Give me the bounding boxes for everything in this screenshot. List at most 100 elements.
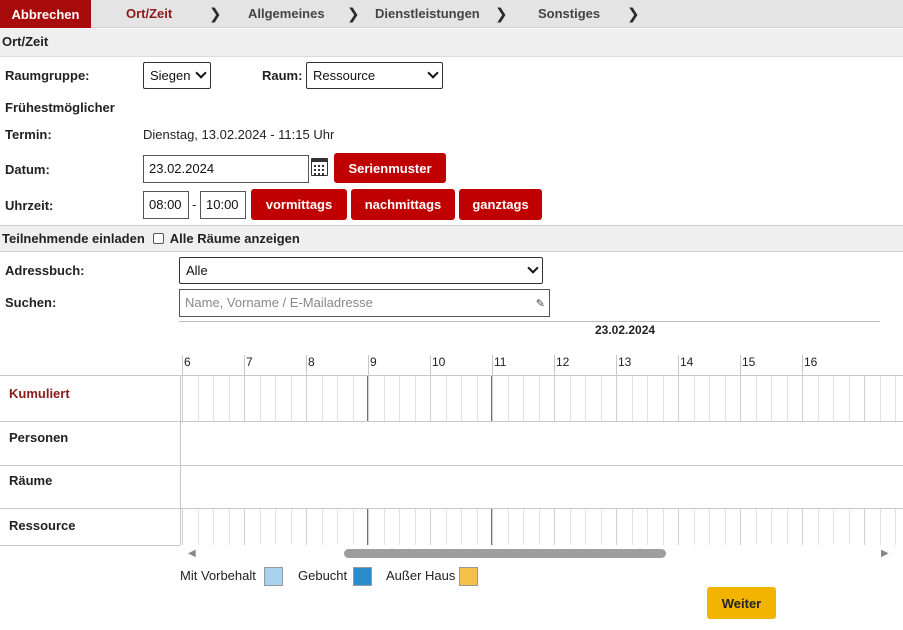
raumgruppe-select[interactable]: Siegen — [143, 62, 211, 89]
grid-line — [771, 509, 772, 545]
grid-line — [260, 509, 261, 545]
grid-line — [694, 509, 695, 545]
grid-line — [740, 376, 741, 421]
grid-line — [198, 509, 199, 545]
raum-select[interactable]: Ressource — [306, 62, 443, 89]
uhrzeit-label: Uhrzeit: — [5, 198, 54, 213]
grid-line — [632, 509, 633, 545]
grid-line — [585, 376, 586, 421]
vormittags-button[interactable]: vormittags — [251, 189, 347, 220]
section-ort-zeit-header: Ort/Zeit — [0, 29, 903, 57]
grid-line — [337, 509, 338, 545]
time-from-input[interactable]: 08:00 — [143, 191, 189, 219]
timeline-divider — [179, 321, 880, 322]
legend-swatch-ausser-haus — [459, 567, 478, 586]
edit-icon[interactable]: ✎ — [536, 291, 545, 317]
grid-line — [384, 509, 385, 545]
grid-line — [833, 376, 834, 421]
scroll-right-icon[interactable]: ▶ — [881, 548, 889, 559]
grid-line — [725, 509, 726, 545]
grid-line — [275, 376, 276, 421]
grid-line — [461, 509, 462, 545]
grid-line — [570, 376, 571, 421]
scrollbar-thumb[interactable] — [344, 549, 666, 558]
grid-line — [647, 376, 648, 421]
selection-boundary — [491, 509, 492, 545]
grid-line — [182, 376, 183, 421]
raumgruppe-label: Raumgruppe: — [5, 68, 90, 83]
row-separator — [0, 545, 180, 546]
cancel-button[interactable]: Abbrechen — [0, 0, 91, 28]
grid-line — [601, 509, 602, 545]
step-ort-zeit[interactable]: Ort/Zeit — [126, 0, 172, 28]
grid-line — [601, 376, 602, 421]
grid-line — [260, 376, 261, 421]
grid-line — [213, 509, 214, 545]
hour-tick — [740, 355, 741, 375]
row-separator — [0, 465, 903, 466]
grid-line — [384, 376, 385, 421]
grid-line — [802, 509, 803, 545]
row-label-ressource: Ressource — [9, 518, 76, 533]
scroll-left-icon[interactable]: ◀ — [188, 548, 196, 559]
horizontal-scrollbar[interactable]: ◀ ▶ — [180, 545, 903, 560]
timeline-grid-ressource[interactable] — [180, 509, 903, 545]
grid-line — [523, 509, 524, 545]
chevron-down-icon — [527, 262, 539, 274]
termin-value: Dienstag, 13.02.2024 - 11:15 Uhr — [143, 127, 335, 142]
termin-label: Termin: — [5, 127, 52, 142]
grid-line — [632, 376, 633, 421]
legend-label-ausser-haus: Außer Haus — [386, 568, 456, 583]
hour-label: 11 — [494, 355, 507, 369]
grid-line — [430, 376, 431, 421]
grid-line — [539, 509, 540, 545]
grid-line — [678, 376, 679, 421]
alle-raeume-checkbox[interactable] — [152, 233, 164, 244]
legend-label-vorbehalt: Mit Vorbehalt — [180, 568, 256, 583]
grid-line — [864, 376, 865, 421]
grid-line — [725, 376, 726, 421]
time-separator: - — [192, 197, 197, 212]
adressbuch-select[interactable]: Alle — [179, 257, 543, 284]
grid-line — [802, 376, 803, 421]
step-sonstiges[interactable]: Sonstiges — [538, 0, 600, 28]
hour-tick — [430, 355, 431, 375]
grid-line — [368, 509, 369, 545]
row-label-kumuliert: Kumuliert — [9, 386, 70, 401]
suchen-label: Suchen: — [5, 295, 57, 310]
grid-line — [492, 376, 493, 421]
grid-line — [709, 509, 710, 545]
alle-raeume-label[interactable]: Alle Räume anzeigen — [170, 226, 300, 251]
search-input[interactable]: Name, Vorname / E-Mailadresse ✎ — [179, 289, 550, 317]
fruehest-label: Frühestmöglicher — [5, 100, 115, 115]
timeline-grid-kumuliert[interactable] — [180, 376, 903, 421]
grid-line — [880, 509, 881, 545]
selection-boundary — [491, 376, 492, 421]
datum-label: Datum: — [5, 162, 50, 177]
time-to-input[interactable]: 10:00 — [200, 191, 246, 219]
grid-line — [477, 509, 478, 545]
grid-line — [694, 376, 695, 421]
teilnehmende-title: Teilnehmende einladen — [2, 231, 145, 246]
grid-line — [229, 376, 230, 421]
step-allgemeines[interactable]: Allgemeines — [248, 0, 325, 28]
nachmittags-button[interactable]: nachmittags — [351, 189, 455, 220]
calendar-icon[interactable] — [311, 158, 328, 176]
legend-swatch-vorbehalt — [264, 567, 283, 586]
grid-line — [291, 509, 292, 545]
raumgruppe-value: Siegen — [150, 68, 191, 83]
grid-line — [756, 509, 757, 545]
grid-line — [229, 509, 230, 545]
datum-input[interactable]: 23.02.2024 — [143, 155, 309, 183]
grid-line — [554, 376, 555, 421]
step-dienstleistungen[interactable]: Dienstleistungen — [375, 0, 480, 28]
legend-swatch-gebucht — [353, 567, 372, 586]
grid-line — [663, 376, 664, 421]
weiter-button[interactable]: Weiter — [707, 587, 776, 619]
ganztags-button[interactable]: ganztags — [459, 189, 542, 220]
adressbuch-label: Adressbuch: — [5, 263, 85, 278]
serienmuster-button[interactable]: Serienmuster — [334, 153, 446, 183]
grid-line — [756, 376, 757, 421]
grid-line — [415, 509, 416, 545]
hour-label: 6 — [184, 355, 191, 369]
